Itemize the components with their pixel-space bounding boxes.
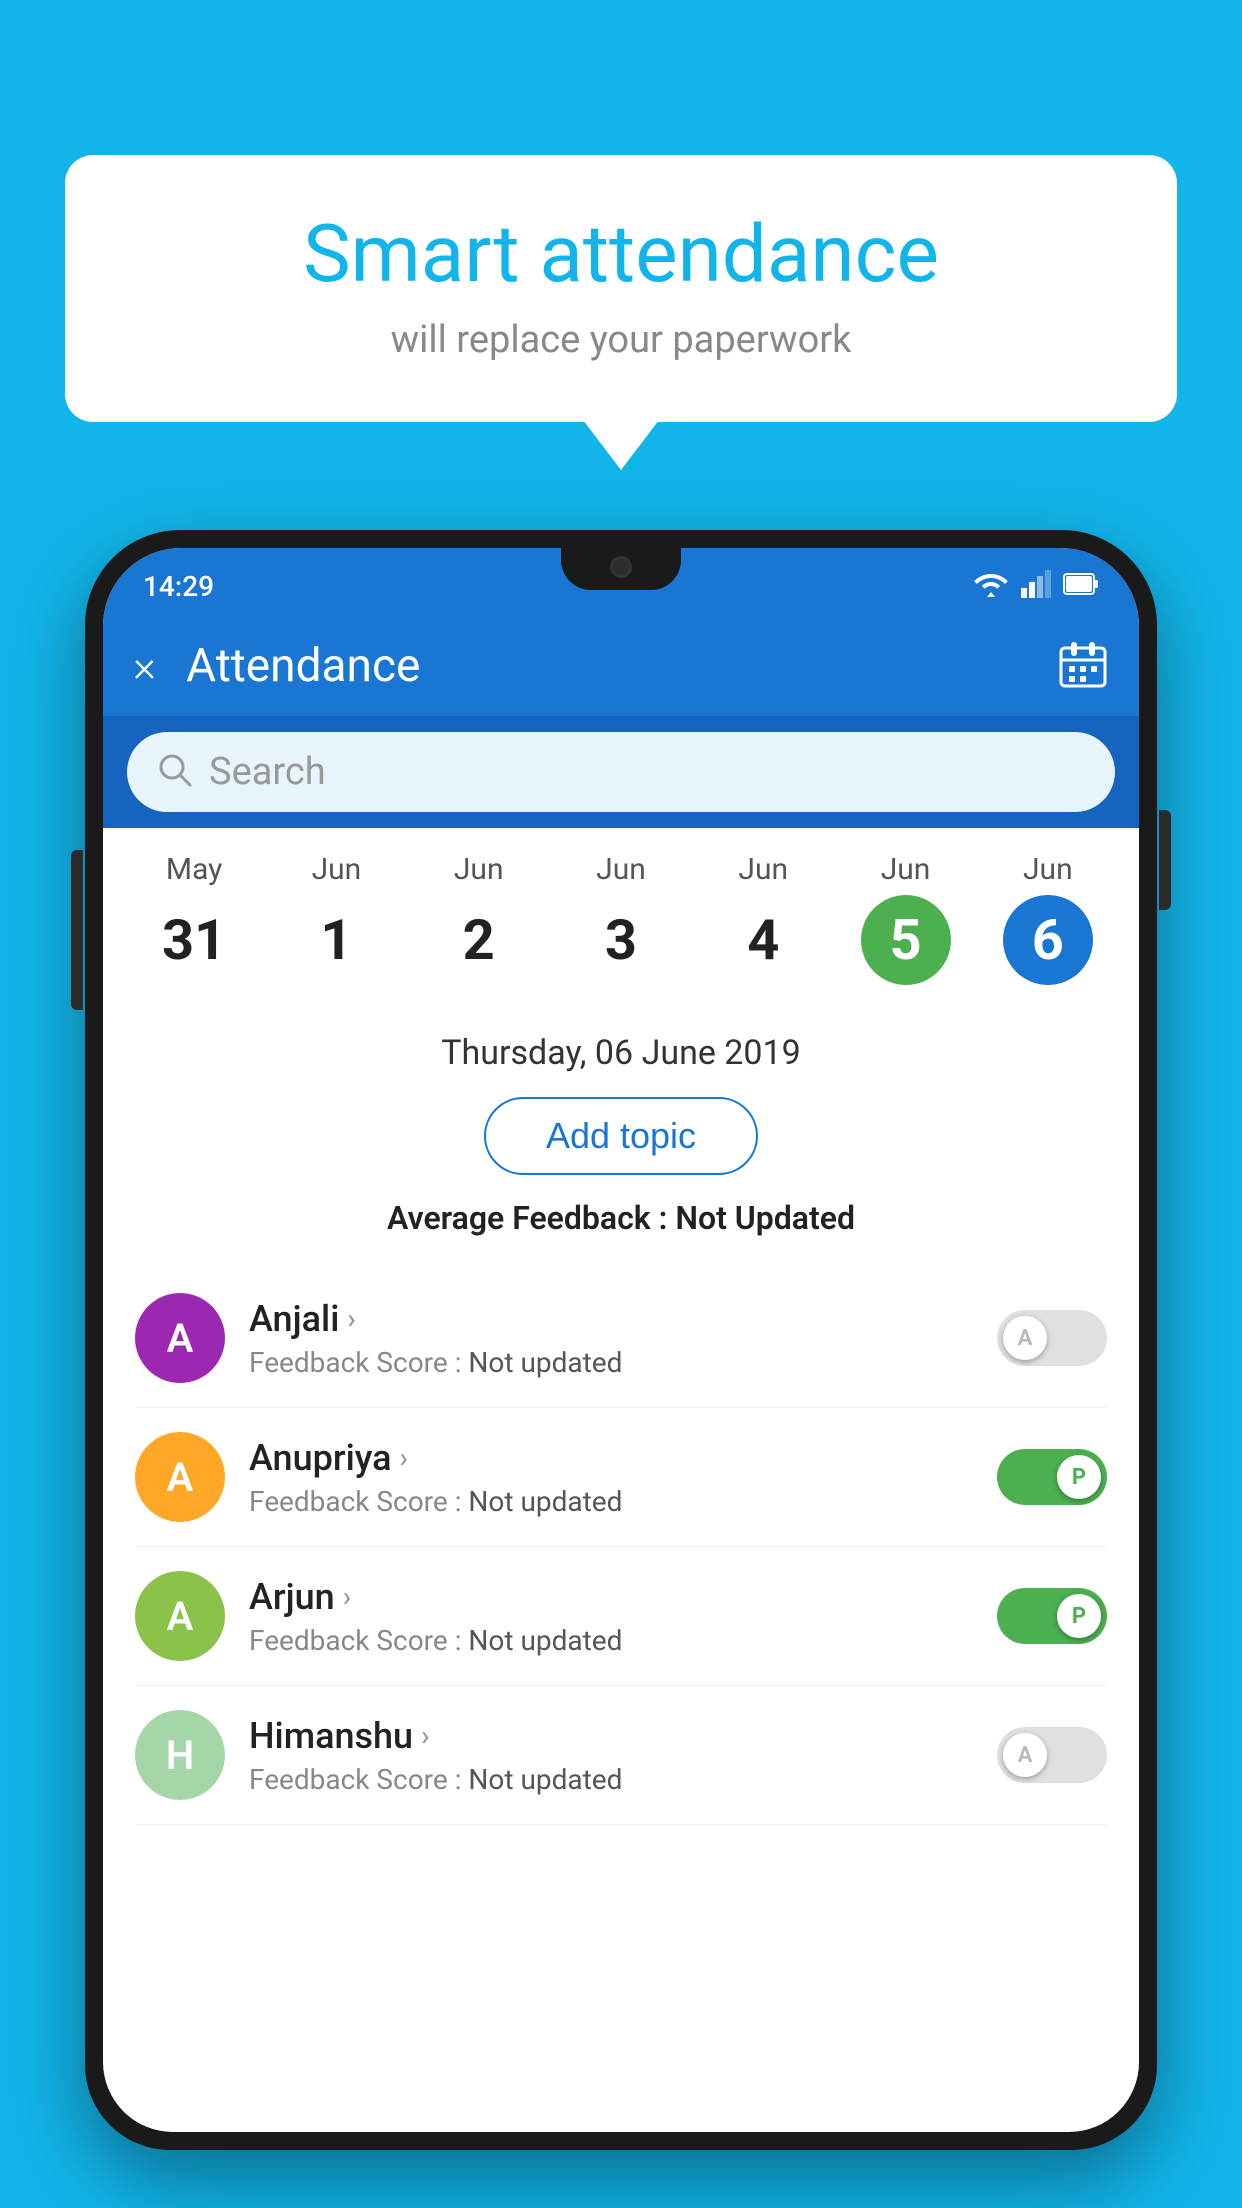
bubble-title: Smart attendance: [125, 210, 1117, 298]
student-name: Anupriya ›: [249, 1437, 973, 1479]
cal-date: 6: [1003, 895, 1093, 985]
cal-date: 1: [291, 895, 381, 985]
student-feedback: Feedback Score : Not updated: [249, 1485, 973, 1518]
student-item[interactable]: A Anjali › Feedback Score : Not updated …: [135, 1269, 1107, 1408]
toggle-knob: A: [1003, 1316, 1047, 1360]
feedback-value: Not updated: [468, 1346, 622, 1379]
phone-mockup: 14:29: [85, 530, 1157, 2208]
calendar-day[interactable]: Jun 6: [998, 852, 1098, 985]
avg-feedback-value: Not Updated: [675, 1199, 855, 1237]
student-name: Himanshu ›: [249, 1715, 973, 1757]
cal-month: Jun: [881, 852, 931, 887]
app-bar-title: Attendance: [186, 639, 1057, 693]
student-item[interactable]: A Arjun › Feedback Score : Not updated P: [135, 1547, 1107, 1686]
cal-date: 5: [861, 895, 951, 985]
toggle-knob: P: [1057, 1455, 1101, 1499]
status-time: 14:29: [143, 570, 214, 603]
add-topic-button[interactable]: Add topic: [484, 1097, 758, 1175]
student-item[interactable]: H Himanshu › Feedback Score : Not update…: [135, 1686, 1107, 1825]
chevron-right-icon: ›: [421, 1719, 429, 1752]
search-bar[interactable]: Search: [127, 732, 1115, 812]
calendar-icon[interactable]: [1057, 638, 1109, 694]
speech-bubble-container: Smart attendance will replace your paper…: [65, 155, 1177, 422]
avg-feedback-label: Average Feedback :: [387, 1199, 675, 1237]
cal-month: May: [166, 852, 222, 887]
notch-camera: [610, 556, 632, 578]
student-feedback: Feedback Score : Not updated: [249, 1763, 973, 1796]
attendance-toggle[interactable]: A: [997, 1310, 1107, 1366]
chevron-right-icon: ›: [400, 1441, 408, 1474]
student-feedback: Feedback Score : Not updated: [249, 1346, 973, 1379]
battery-icon: [1063, 572, 1099, 600]
cal-month: Jun: [738, 852, 788, 887]
app-bar: × Attendance: [103, 616, 1139, 716]
feedback-value: Not updated: [468, 1624, 622, 1657]
student-feedback: Feedback Score : Not updated: [249, 1624, 973, 1657]
cal-month: Jun: [596, 852, 646, 887]
search-bar-container: Search: [103, 716, 1139, 828]
cal-month: Jun: [454, 852, 504, 887]
attendance-toggle-container: P: [997, 1588, 1107, 1644]
cal-month: Jun: [1023, 852, 1073, 887]
cal-date: 31: [149, 895, 239, 985]
student-name: Anjali ›: [249, 1298, 973, 1340]
attendance-toggle[interactable]: P: [997, 1449, 1107, 1505]
phone-outer: 14:29: [85, 530, 1157, 2150]
avatar: A: [135, 1293, 225, 1383]
calendar-day[interactable]: Jun 3: [571, 852, 671, 985]
attendance-toggle[interactable]: P: [997, 1588, 1107, 1644]
avatar: A: [135, 1571, 225, 1661]
status-icons: [973, 570, 1099, 602]
student-info: Anjali › Feedback Score : Not updated: [249, 1298, 973, 1379]
search-icon: [157, 752, 193, 792]
feedback-value: Not updated: [468, 1763, 622, 1796]
cal-date: 2: [434, 895, 524, 985]
calendar-day[interactable]: Jun 1: [286, 852, 386, 985]
toggle-knob: P: [1057, 1594, 1101, 1638]
calendar-day[interactable]: Jun 4: [713, 852, 813, 985]
avg-feedback: Average Feedback : Not Updated: [135, 1199, 1107, 1237]
search-placeholder: Search: [209, 750, 326, 794]
attendance-toggle[interactable]: A: [997, 1727, 1107, 1783]
student-name: Arjun ›: [249, 1576, 973, 1618]
speech-bubble: Smart attendance will replace your paper…: [65, 155, 1177, 422]
content-area: Thursday, 06 June 2019 Add topic Average…: [103, 1005, 1139, 1853]
calendar-day[interactable]: May 31: [144, 852, 244, 985]
student-info: Arjun › Feedback Score : Not updated: [249, 1576, 973, 1657]
bubble-subtitle: will replace your paperwork: [125, 318, 1117, 362]
calendar-day[interactable]: Jun 2: [429, 852, 529, 985]
avatar: H: [135, 1710, 225, 1800]
calendar-day[interactable]: Jun 5: [856, 852, 956, 985]
avatar: A: [135, 1432, 225, 1522]
student-list: A Anjali › Feedback Score : Not updated …: [135, 1269, 1107, 1825]
feedback-value: Not updated: [468, 1485, 622, 1518]
student-info: Himanshu › Feedback Score : Not updated: [249, 1715, 973, 1796]
student-item[interactable]: A Anupriya › Feedback Score : Not update…: [135, 1408, 1107, 1547]
attendance-toggle-container: A: [997, 1727, 1107, 1783]
chevron-right-icon: ›: [343, 1580, 351, 1613]
cal-date: 4: [718, 895, 808, 985]
signal-icon: [1021, 570, 1051, 602]
phone-inner: 14:29: [103, 548, 1139, 2132]
close-button[interactable]: ×: [133, 640, 156, 692]
toggle-knob: A: [1003, 1733, 1047, 1777]
selected-date: Thursday, 06 June 2019: [135, 1033, 1107, 1073]
cal-date: 3: [576, 895, 666, 985]
wifi-icon: [973, 570, 1009, 602]
chevron-right-icon: ›: [347, 1302, 355, 1335]
phone-notch: [561, 548, 681, 590]
student-info: Anupriya › Feedback Score : Not updated: [249, 1437, 973, 1518]
attendance-toggle-container: P: [997, 1449, 1107, 1505]
attendance-toggle-container: A: [997, 1310, 1107, 1366]
calendar-strip: May 31 Jun 1 Jun 2 Jun 3 Jun 4 Jun 5 Jun…: [103, 828, 1139, 1005]
cal-month: Jun: [312, 852, 362, 887]
